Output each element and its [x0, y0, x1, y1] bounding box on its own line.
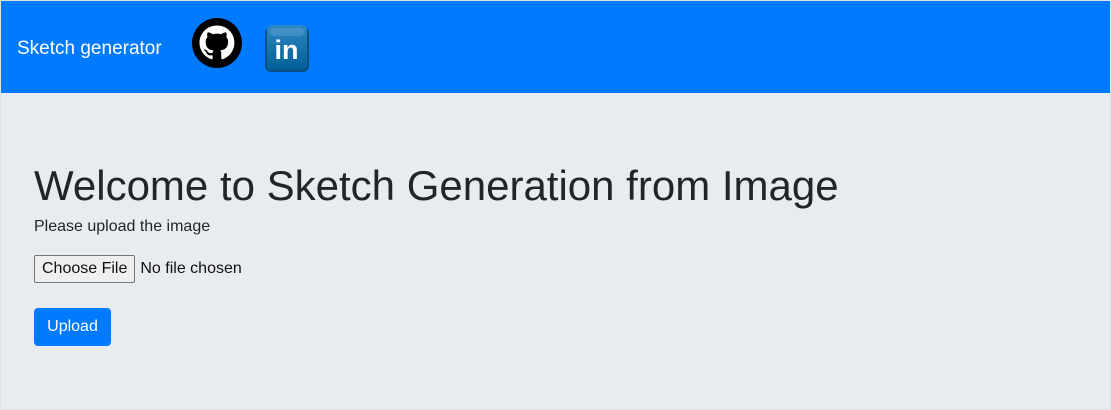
github-icon[interactable]	[191, 17, 243, 69]
page-title: Welcome to Sketch Generation from Image	[34, 162, 839, 209]
file-status-text: No file chosen	[140, 259, 242, 277]
linkedin-logo-text: in	[275, 35, 299, 65]
top-navbar: Sketch generator in	[1, 1, 1110, 93]
app-window: Sketch generator in Welcome to Sketch Ge…	[0, 0, 1111, 410]
upload-instruction: Please upload the image	[34, 218, 211, 235]
linkedin-icon[interactable]: in	[264, 24, 310, 74]
file-input[interactable]: Choose File No file chosen	[34, 254, 242, 283]
upload-button[interactable]: Upload	[34, 308, 111, 346]
brand-title[interactable]: Sketch generator	[17, 37, 162, 61]
main-jumbotron: Welcome to Sketch Generation from Image …	[1, 93, 1110, 409]
choose-file-button[interactable]: Choose File	[34, 254, 136, 283]
